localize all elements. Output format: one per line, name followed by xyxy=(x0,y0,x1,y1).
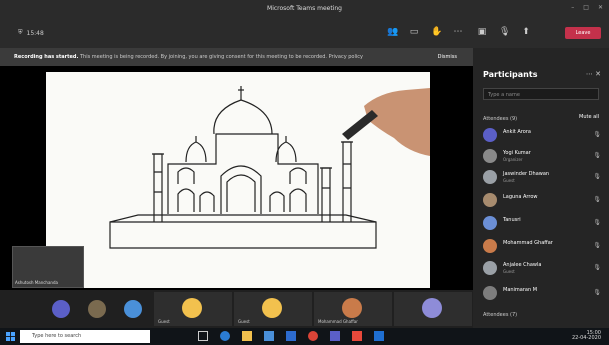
participant-item[interactable]: Laguna Arrow 🎙 xyxy=(483,191,601,211)
dismiss-button[interactable]: Dismiss xyxy=(438,54,457,60)
tile-name: Guest xyxy=(238,319,250,324)
edge-icon[interactable] xyxy=(220,331,230,341)
more-actions-icon[interactable]: ⋯ xyxy=(453,27,463,37)
participant-avatar[interactable] xyxy=(88,300,106,318)
minimize-button[interactable]: – xyxy=(571,4,574,11)
chrome-icon[interactable] xyxy=(308,331,318,341)
close-window-button[interactable]: ✕ xyxy=(598,4,603,11)
meeting-timer: 15:48 xyxy=(26,29,44,37)
participant-tile[interactable] xyxy=(394,292,472,326)
microphone-icon: 🎙 xyxy=(593,131,601,138)
taskbar-search-input[interactable]: Type here to search xyxy=(20,330,150,343)
participant-item[interactable]: Manimaran M 🎙 xyxy=(483,284,601,304)
participant-item[interactable]: Jaswinder Dhawan Guest 🎙 xyxy=(483,168,601,188)
avatar xyxy=(483,261,497,275)
tile-name: Mohammad Ghaffar xyxy=(318,319,358,324)
meeting-control-bar: ⛨ 15:48 👥 ▭ ✋ ⋯ xyxy=(0,18,473,48)
media-icon[interactable] xyxy=(352,331,362,341)
microphone-icon: 🎙 xyxy=(593,289,601,296)
tile-name: Guest xyxy=(158,319,170,324)
participant-item[interactable]: Yogi Kumar Organizer 🎙 xyxy=(483,147,601,167)
shared-video-drawing xyxy=(46,72,430,288)
participants-panel: Participants ⋯ ✕ Type a name Attendees (… xyxy=(473,48,609,328)
avatar xyxy=(262,298,282,318)
avatar xyxy=(483,128,497,142)
leave-button[interactable]: Leave xyxy=(565,27,601,39)
windows-start-icon[interactable] xyxy=(6,332,15,341)
recording-title: Recording has started. xyxy=(14,54,79,60)
main-video-stage: Ashutosh Manchanda xyxy=(0,66,473,290)
task-view-icon[interactable] xyxy=(198,331,208,341)
avatar xyxy=(182,298,202,318)
participants-title: Participants xyxy=(483,70,538,79)
mute-all-button[interactable]: Mute all xyxy=(579,114,599,120)
avatar xyxy=(483,193,497,207)
taj-mahal-drawing-icon xyxy=(109,86,430,249)
participant-name: Mohammad Ghaffar xyxy=(503,240,553,246)
window-titlebar: Microsoft Teams meeting – □ ✕ xyxy=(0,0,609,18)
microphone-icon: 🎙 xyxy=(593,219,601,226)
avatar xyxy=(483,286,497,300)
self-video-preview[interactable]: Ashutosh Manchanda xyxy=(12,246,84,288)
participants-toggle-icon[interactable]: 👥 xyxy=(387,27,398,37)
recording-banner: Recording has started. This meeting is b… xyxy=(0,48,473,66)
participant-tile[interactable]: Guest xyxy=(154,292,232,326)
participant-name: Yogi Kumar xyxy=(503,150,531,156)
file-explorer-icon[interactable] xyxy=(242,331,252,341)
shield-icon: ⛨ xyxy=(18,29,23,36)
microphone-icon: 🎙 xyxy=(593,152,601,159)
participant-role: Guest xyxy=(503,178,515,183)
avatar xyxy=(342,298,362,318)
participant-video-strip: Guest Guest Mohammad Ghaffar xyxy=(0,290,473,328)
participant-name: Anjalee Chawla xyxy=(503,262,542,268)
microphone-icon: 🎙 xyxy=(593,173,601,180)
microphone-icon[interactable]: 🎙 xyxy=(499,27,510,37)
avatar xyxy=(422,298,442,318)
outlook-icon[interactable] xyxy=(374,331,384,341)
participant-name: Manimaran M xyxy=(503,287,538,293)
microphone-icon: 🎙 xyxy=(593,196,601,203)
participant-name: Laguna Arrow xyxy=(503,194,538,200)
participant-item[interactable]: Tanusri 🎙 xyxy=(483,214,601,234)
store-icon[interactable] xyxy=(264,331,274,341)
avatar xyxy=(483,216,497,230)
participant-name: Jaswinder Dhawan xyxy=(503,171,550,177)
participant-role: Guest xyxy=(503,269,515,274)
system-tray-clock[interactable]: 15:00 22-04-2020 xyxy=(572,331,601,341)
raise-hand-icon[interactable]: ✋ xyxy=(431,27,442,37)
attendees-footer-label: Attendees (7) xyxy=(483,312,518,318)
avatar xyxy=(483,239,497,253)
participant-tile[interactable]: Mohammad Ghaffar xyxy=(314,292,392,326)
clock-date: 22-04-2020 xyxy=(571,335,601,341)
participant-item[interactable]: Anjalee Chawla Guest 🎙 xyxy=(483,259,601,279)
share-screen-icon[interactable]: ⬆ xyxy=(521,27,531,37)
mail-icon[interactable] xyxy=(286,331,296,341)
attendees-section-label: Attendees (9) xyxy=(483,116,518,122)
windows-taskbar: Type here to search 15:00 22-04-2020 xyxy=(0,328,609,345)
participant-role: Organizer xyxy=(503,157,523,162)
avatar xyxy=(483,170,497,184)
participant-avatar[interactable] xyxy=(52,300,70,318)
microphone-icon: 🎙 xyxy=(593,242,601,249)
microphone-icon: 🎙 xyxy=(593,264,601,271)
window-title: Microsoft Teams meeting xyxy=(267,5,342,12)
avatar xyxy=(483,149,497,163)
participant-avatar[interactable] xyxy=(124,300,142,318)
camera-icon[interactable]: ▣ xyxy=(477,27,487,37)
participant-name: Ankit Arora xyxy=(503,129,531,135)
maximize-button[interactable]: □ xyxy=(583,4,589,11)
device-controls: ▣ 🎙 ⬆ Leave xyxy=(473,18,609,48)
teams-icon[interactable] xyxy=(330,331,340,341)
chat-icon[interactable]: ▭ xyxy=(409,27,419,37)
recording-text: This meeting is being recorded. By joini… xyxy=(80,54,363,60)
participant-tile[interactable]: Guest xyxy=(234,292,312,326)
participant-search-input[interactable]: Type a name xyxy=(483,88,599,100)
self-video-name: Ashutosh Manchanda xyxy=(15,280,58,285)
participant-item[interactable]: Ankit Arora 🎙 xyxy=(483,126,601,146)
participant-name: Tanusri xyxy=(503,217,521,223)
participant-item[interactable]: Mohammad Ghaffar 🎙 xyxy=(483,237,601,257)
close-panel-icon[interactable]: ⋯ ✕ xyxy=(586,70,601,78)
